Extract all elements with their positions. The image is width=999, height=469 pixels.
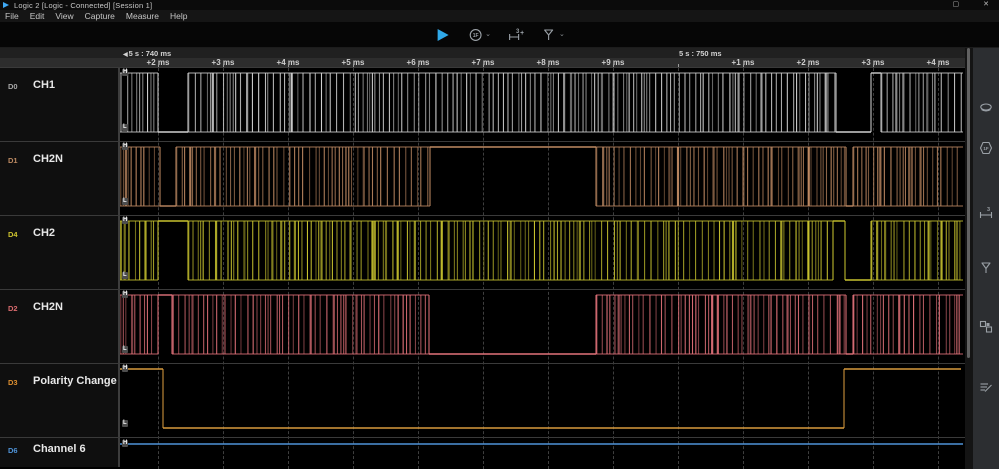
app-logo-icon bbox=[3, 2, 9, 8]
channel-id-badge: D2 bbox=[8, 304, 18, 313]
waveform-d4[interactable]: HL bbox=[120, 216, 963, 290]
timeline-tickmark bbox=[938, 64, 939, 67]
timeline-ruler[interactable]: ◀5 s : 740 ms 5 s : 750 ms +2 ms+3 ms+4 m… bbox=[0, 48, 965, 68]
waveform-d1[interactable]: HL bbox=[120, 142, 963, 216]
level-marker-l: L bbox=[122, 420, 128, 427]
channel-id-badge: D6 bbox=[8, 446, 18, 455]
level-marker-l: L bbox=[122, 272, 128, 279]
channel-row-d1: D1CH2NHL bbox=[0, 142, 965, 216]
menu-item-help[interactable]: Help bbox=[170, 11, 187, 21]
title-bar: Logic 2 [Logic - Connected] [Session 1] … bbox=[0, 0, 999, 10]
extensions-icon[interactable] bbox=[978, 319, 994, 335]
channel-row-d6: D6 Channel 6 H bbox=[0, 438, 965, 467]
timeline-tickmark bbox=[548, 64, 549, 67]
toolbar-group: 1F ⌄ 3+ ⌄ bbox=[434, 22, 565, 48]
channel-name: CH2N bbox=[33, 301, 63, 313]
timeline-tickmark bbox=[353, 64, 354, 67]
menu-item-file[interactable]: File bbox=[5, 11, 19, 21]
timeline-tickmark bbox=[808, 64, 809, 67]
channel-row-d3: D3Polarity Change O...HL bbox=[0, 364, 965, 438]
timeline-anchor: ◀5 s : 740 ms bbox=[123, 49, 171, 58]
window-title: Logic 2 [Logic - Connected] [Session 1] bbox=[14, 1, 152, 10]
svg-text:1F: 1F bbox=[472, 33, 478, 39]
notes-icon[interactable] bbox=[978, 379, 994, 395]
annotations-icon[interactable] bbox=[978, 260, 994, 276]
channel-name: CH2N bbox=[33, 153, 63, 165]
main-area: ◀5 s : 740 ms 5 s : 750 ms +2 ms+3 ms+4 m… bbox=[0, 48, 999, 469]
level-marker-h: H bbox=[122, 365, 128, 372]
window-controls: ▢✕ bbox=[953, 0, 999, 10]
device-settings-button[interactable]: 1F ⌄ bbox=[467, 27, 491, 43]
channel-row-d2: D2CH2NHL bbox=[0, 290, 965, 364]
close-button[interactable]: ✕ bbox=[983, 0, 989, 10]
play-button[interactable] bbox=[434, 27, 450, 43]
channel-name: Polarity Change O... bbox=[33, 375, 117, 387]
chevron-down-icon: ⌄ bbox=[485, 30, 491, 38]
channel-name: CH1 bbox=[33, 79, 55, 91]
timeline-anchor: 5 s : 750 ms bbox=[679, 49, 722, 58]
capture-view: ◀5 s : 740 ms 5 s : 750 ms +2 ms+3 ms+4 m… bbox=[0, 48, 965, 469]
timeline-tickmark bbox=[743, 64, 744, 67]
level-marker-l: L bbox=[122, 346, 128, 353]
level-marker-h: H bbox=[122, 143, 128, 150]
level-marker-l: L bbox=[122, 198, 128, 205]
menu-item-edit[interactable]: Edit bbox=[30, 11, 45, 21]
timeline-tickmark bbox=[678, 64, 679, 67]
menu-item-view[interactable]: View bbox=[55, 11, 73, 21]
channel-id-badge: D4 bbox=[8, 230, 18, 239]
maximize-button[interactable]: ▢ bbox=[953, 0, 960, 10]
vertical-scrollbar[interactable] bbox=[965, 48, 973, 469]
menu-bar: File Edit View Capture Measure Help bbox=[0, 10, 999, 22]
svg-text:1F: 1F bbox=[983, 146, 989, 151]
channel-header-d4[interactable]: D4 CH2 bbox=[0, 216, 120, 289]
logic2-window: Logic 2 [Logic - Connected] [Session 1] … bbox=[0, 0, 999, 469]
channel-header-d2[interactable]: D2 CH2N bbox=[0, 290, 120, 363]
timeline-tickmark bbox=[288, 64, 289, 67]
channel-id-badge: D0 bbox=[8, 82, 18, 91]
channel-header-d1[interactable]: D1 CH2N bbox=[0, 142, 120, 215]
capture-eye-icon[interactable] bbox=[978, 100, 994, 116]
timeline-tickmark bbox=[873, 64, 874, 67]
channel-id-badge: D1 bbox=[8, 156, 18, 165]
channel-header-d6[interactable]: D6 Channel 6 bbox=[0, 438, 120, 467]
timeline-tick-row: +2 ms+3 ms+4 ms+5 ms+6 ms+7 ms+8 ms+9 ms… bbox=[0, 58, 965, 68]
timeline-tickmark bbox=[483, 64, 484, 67]
timeline-tickmark bbox=[613, 64, 614, 67]
channel-header-d3[interactable]: D3 Polarity Change O... bbox=[0, 364, 120, 437]
channel-header-d0[interactable]: D0 CH1 bbox=[0, 68, 120, 141]
level-marker-l: L bbox=[122, 124, 128, 131]
vertical-scrollbar-thumb[interactable] bbox=[967, 48, 970, 358]
toolbar: 1F ⌄ 3+ ⌄ bbox=[0, 22, 999, 48]
annotations-button[interactable]: ⌄ bbox=[541, 27, 565, 43]
level-marker-h: H bbox=[122, 291, 128, 298]
add-measurement-button[interactable]: 3+ bbox=[508, 27, 524, 43]
right-sidebar: 1F 3 bbox=[973, 48, 999, 469]
menu-item-measure[interactable]: Measure bbox=[126, 11, 159, 21]
channel-name: Channel 6 bbox=[33, 443, 86, 455]
level-marker-h: H bbox=[122, 69, 128, 76]
svg-text:3: 3 bbox=[987, 207, 990, 213]
channel-stack: D0CH1HLD1CH2NHLD4CH2HLD2CH2NHLD3Polarity… bbox=[0, 68, 965, 469]
timeline-anchor-row: ◀5 s : 740 ms 5 s : 750 ms bbox=[0, 48, 965, 58]
channel-name: CH2 bbox=[33, 227, 55, 239]
analyzers-icon[interactable]: 1F bbox=[978, 140, 994, 156]
channel-row-d4: D4CH2HL bbox=[0, 216, 965, 290]
waveform-d3[interactable]: HL bbox=[120, 364, 963, 438]
chevron-down-icon: ⌄ bbox=[559, 30, 565, 38]
timeline-tickmark bbox=[158, 64, 159, 67]
level-marker-h: H bbox=[122, 217, 128, 224]
timeline-tickmark bbox=[418, 64, 419, 67]
waveform-d2[interactable]: HL bbox=[120, 290, 963, 364]
waveform-d0[interactable]: HL bbox=[120, 68, 963, 142]
channel-id-badge: D3 bbox=[8, 378, 18, 387]
level-marker-h: H bbox=[122, 440, 128, 447]
timeline-tickmark bbox=[223, 64, 224, 67]
menu-item-capture[interactable]: Capture bbox=[85, 11, 115, 21]
channel-row-d0: D0CH1HL bbox=[0, 68, 965, 142]
measurements-icon[interactable]: 3 bbox=[978, 205, 994, 221]
svg-text:+: + bbox=[520, 30, 524, 37]
waveform-d6[interactable]: H bbox=[120, 438, 963, 467]
